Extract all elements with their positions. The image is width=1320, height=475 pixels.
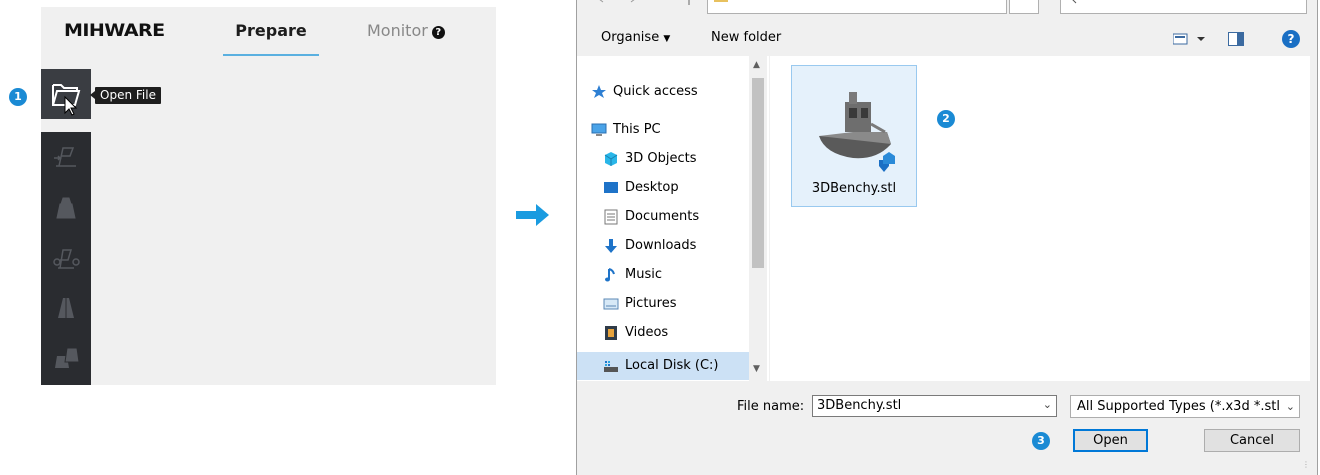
command-bar: Organise ▼ New folder ? [577, 27, 1317, 53]
nav-scrollbar[interactable]: ▲ ▼ [749, 56, 767, 381]
scroll-down-icon[interactable]: ▼ [753, 364, 760, 374]
open-file-dialog: Organise ▼ New folder ? Quick access Thi… [576, 0, 1318, 475]
star-icon [592, 85, 606, 98]
organise-menu[interactable]: Organise ▼ [601, 30, 670, 45]
help-icon[interactable]: ? [431, 26, 445, 39]
chevron-down-icon: ▼ [663, 34, 671, 44]
step-3-badge: 3 [1032, 432, 1050, 450]
file-name-label: 3DBenchy.stl [811, 181, 897, 196]
tab-monitor[interactable]: Monitor? [367, 7, 445, 56]
open-file-icon [52, 84, 81, 116]
tab-monitor-label: Monitor [367, 21, 428, 40]
nav-item-label: Videos [625, 325, 669, 340]
disk-icon [604, 361, 618, 372]
nav-item-this-pc[interactable]: This PC [591, 120, 661, 140]
nav-item-label: Downloads [625, 238, 697, 253]
step-1-badge: 1 [9, 88, 27, 106]
change-view-button[interactable] [1172, 33, 1207, 49]
arrow-right-icon [516, 204, 549, 226]
nav-item-3d-objects[interactable]: 3D Objects [604, 149, 697, 169]
address-bar[interactable] [707, 0, 1007, 14]
nav-item-label: This PC [613, 122, 661, 137]
help-button[interactable]: ? [1282, 30, 1300, 48]
document-icon [604, 209, 618, 225]
search-input[interactable] [1060, 0, 1307, 14]
folder-icon [714, 0, 728, 2]
preview-pane-icon [1228, 32, 1244, 46]
nav-item-label: Local Disk (C:) [625, 358, 719, 373]
download-icon [605, 239, 617, 253]
cube-icon [604, 152, 618, 166]
nav-item-label: 3D Objects [625, 151, 697, 166]
nav-item-label: Documents [625, 209, 700, 224]
nav-item-desktop[interactable]: Desktop [604, 178, 679, 198]
file-name-field-label: File name: [737, 399, 805, 414]
scroll-thumb[interactable] [752, 78, 764, 268]
nav-arrows-icon[interactable] [597, 0, 697, 7]
address-row [577, 0, 1317, 19]
file-name-input[interactable] [817, 398, 1017, 413]
app-logo: MIHWARE [64, 21, 165, 41]
nav-item-label: Quick access [613, 84, 698, 99]
file-name-field[interactable]: ⌄ [812, 395, 1057, 417]
nav-item-label: Music [625, 267, 662, 282]
tab-prepare[interactable]: Prepare [223, 7, 319, 56]
open-file-tooltip: Open File [90, 87, 161, 104]
nav-item-label: Pictures [625, 296, 677, 311]
dialog-footer: File name: ⌄ All Supported Types (*.x3d … [577, 381, 1317, 475]
nav-item-label: Desktop [625, 180, 679, 195]
nav-item-pictures[interactable]: Pictures [603, 294, 677, 314]
file-item[interactable]: 3DBenchy.stl [791, 65, 917, 207]
chevron-down-icon[interactable]: ⌄ [1043, 398, 1052, 411]
desktop-icon [604, 182, 618, 193]
search-icon [1072, 0, 1077, 4]
model-icon[interactable] [51, 192, 81, 222]
resize-grip-icon[interactable]: ⋮ [1302, 460, 1311, 469]
organise-label: Organise [601, 30, 660, 45]
scroll-up-icon[interactable]: ▲ [753, 60, 760, 70]
file-type-value: All Supported Types (*.x3d *.stl [1077, 399, 1280, 414]
preview-pane-button[interactable] [1228, 32, 1244, 50]
transform-icon[interactable] [51, 242, 81, 272]
nav-item-videos[interactable]: Videos [605, 323, 669, 343]
view-icon [1172, 33, 1205, 45]
video-icon [605, 326, 617, 340]
support-icon[interactable] [51, 292, 81, 322]
refresh-button[interactable] [1009, 0, 1039, 14]
nav-item-quick-access[interactable]: Quick access [592, 82, 698, 102]
new-folder-button[interactable]: New folder [711, 30, 781, 45]
navigation-pane: Quick access This PC 3D Objects Desktop … [577, 56, 769, 381]
step-2-badge: 2 [937, 110, 955, 128]
file-list-pane: 3DBenchy.stl [770, 56, 1310, 381]
computer-icon [591, 123, 607, 136]
chevron-down-icon: ⌄ [1283, 396, 1295, 417]
picture-icon [603, 298, 619, 310]
nav-item-local-disk[interactable]: Local Disk (C:) [604, 356, 719, 376]
open-file-button[interactable] [41, 69, 91, 119]
nav-item-downloads[interactable]: Downloads [605, 236, 697, 256]
stl-boat-icon [819, 92, 895, 172]
multi-model-icon[interactable] [51, 342, 81, 372]
music-icon [605, 268, 615, 282]
nav-item-music[interactable]: Music [605, 265, 662, 285]
open-button[interactable]: Open [1073, 429, 1148, 452]
refresh-icon [1018, 0, 1030, 7]
app-window: MIHWARE Prepare Monitor? Open File [41, 7, 496, 385]
nav-item-documents[interactable]: Documents [604, 207, 700, 227]
tool-sidebar [41, 132, 91, 385]
slicing-plane-icon[interactable] [51, 142, 81, 172]
file-type-select[interactable]: All Supported Types (*.x3d *.stl ⌄ [1070, 395, 1300, 418]
cancel-button[interactable]: Cancel [1204, 429, 1300, 452]
